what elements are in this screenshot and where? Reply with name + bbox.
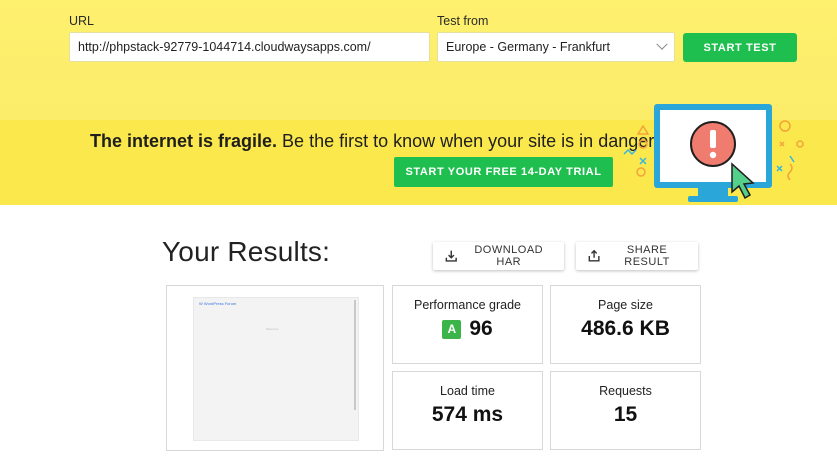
url-label: URL <box>69 14 95 28</box>
location-label: Test from <box>437 14 489 28</box>
load-time-value: 574 ms <box>431 403 504 426</box>
thumbnail-page-text: Welcome <box>266 327 279 331</box>
promo-headline: The internet is fragile. Be the first to… <box>90 131 658 152</box>
performance-grade-label: Performance grade <box>413 298 521 312</box>
share-icon <box>588 249 600 262</box>
performance-grade-value: A 96 <box>393 317 542 341</box>
download-har-label: DOWNLOAD HAR <box>474 244 544 268</box>
grade-badge: A <box>442 319 462 339</box>
monitor-alert-illustration <box>623 104 804 202</box>
thumbnail-scrollbar <box>354 300 356 410</box>
location-select-value: Europe - Germany - Frankfurt <box>446 40 610 54</box>
requests-card: Requests 15 <box>550 371 701 450</box>
performance-grade-card: Performance grade A 96 <box>392 285 543 364</box>
grade-score: 96 <box>469 317 493 340</box>
load-time-card: Load time 574 ms <box>392 371 543 450</box>
share-result-button[interactable]: SHARE RESULT <box>576 242 698 270</box>
requests-value: 15 <box>613 403 638 426</box>
url-input[interactable] <box>69 32 430 62</box>
promo-headline-bold: The internet is fragile. <box>90 131 278 151</box>
chevron-down-icon <box>656 38 668 50</box>
page-size-card: Page size 486.6 KB <box>550 285 701 364</box>
download-icon <box>445 250 457 262</box>
thumbnail-site-title: W WordPress Forum <box>199 301 237 306</box>
share-result-label: SHARE RESULT <box>624 244 670 268</box>
page-screenshot-thumbnail[interactable]: W WordPress Forum Welcome <box>193 297 359 441</box>
load-time-label: Load time <box>440 384 495 398</box>
location-select[interactable]: Europe - Germany - Frankfurt <box>437 32 675 62</box>
download-har-button[interactable]: DOWNLOAD HAR <box>433 242 564 270</box>
page-size-label: Page size <box>598 298 653 312</box>
free-trial-button[interactable]: START YOUR FREE 14-DAY TRIAL <box>394 157 613 187</box>
results-title: Your Results: <box>162 236 331 267</box>
page-size-value: 486.6 KB <box>581 317 670 340</box>
page-screenshot-card: W WordPress Forum Welcome <box>166 285 384 451</box>
promo-headline-rest: Be the first to know when your site is i… <box>277 131 659 151</box>
start-test-button[interactable]: START TEST <box>683 33 797 62</box>
requests-label: Requests <box>599 384 652 398</box>
